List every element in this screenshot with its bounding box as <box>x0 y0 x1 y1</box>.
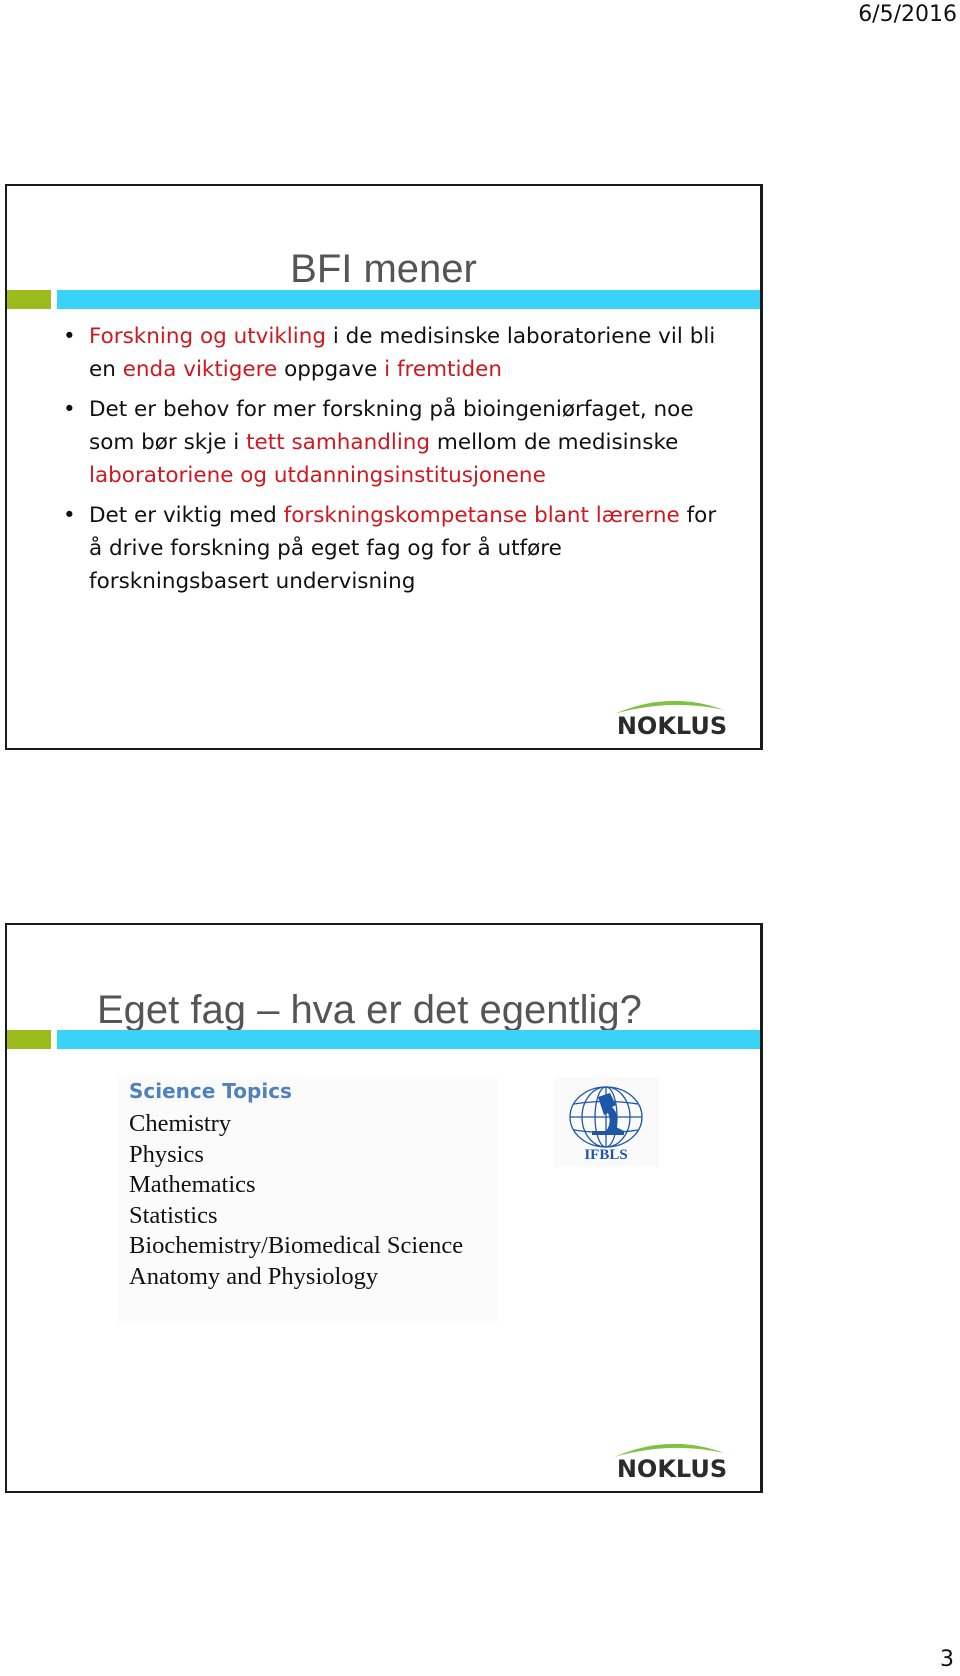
bullet-item: • Forskning og utvikling i de medisinske … <box>57 320 730 386</box>
science-topics-list: Chemistry Physics Mathematics Statistics Bio… <box>129 1109 463 1292</box>
ifbls-logo-text: IFBLS <box>584 1147 627 1163</box>
highlighted-text: forskningskompetanse blant lærerne <box>283 503 680 528</box>
slide-eget-fag: Eget fag – hva er det egentlig? Science … <box>5 923 763 1493</box>
noklus-logo-icon: NOKLUS <box>614 700 727 736</box>
page-number: 3 <box>940 1647 954 1672</box>
science-topic-item: Biochemistry/Biomedical Science <box>129 1232 464 1259</box>
title-accent-bar <box>7 1030 760 1049</box>
bullet-item: • Det er behov for mer forskning på bioin… <box>57 393 730 492</box>
bullet-list: • Forskning og utvikling i de medisinske … <box>57 320 730 605</box>
accent-bar-cyan <box>57 290 760 309</box>
bullet-text: Det er viktig med <box>89 503 284 528</box>
accent-bar-green <box>7 1030 51 1049</box>
ifbls-logo-icon: IFBLS <box>554 1077 659 1167</box>
science-topics-heading: Science Topics <box>129 1079 292 1103</box>
science-topic-item: Chemistry <box>129 1110 232 1137</box>
bullet-item: • Det er viktig med forskningskompetanse … <box>57 499 730 598</box>
science-topics-image: Science Topics Chemistry Physics Mathemati… <box>117 1077 497 1323</box>
bullet-dot-icon: • <box>63 503 76 528</box>
highlighted-text: tett samhandling <box>246 430 431 455</box>
science-topic-item: Physics <box>129 1140 204 1168</box>
noklus-logo-text: NOKLUS <box>617 1455 727 1479</box>
page-date: 6/5/2016 <box>858 2 957 27</box>
noklus-logo-text: NOKLUS <box>617 712 727 736</box>
science-topic-item: Statistics <box>129 1201 218 1229</box>
highlighted-text: enda viktigere <box>122 357 278 382</box>
highlighted-text: laboratoriene og utdanningsinstitusjonen… <box>89 463 546 488</box>
accent-bar-green <box>7 290 51 309</box>
bullet-text: oppgave <box>277 357 385 382</box>
science-topic-item: Mathematics <box>129 1171 256 1198</box>
accent-bar-cyan <box>57 1030 760 1049</box>
title-accent-bar <box>7 290 760 309</box>
bullet-dot-icon: • <box>63 397 76 422</box>
slide-bfi-mener: BFI mener • Forskning og utvikling i de m… <box>5 184 763 750</box>
bullet-dot-icon: • <box>63 324 76 349</box>
highlighted-text: Forskning og utvikling <box>89 324 327 349</box>
science-topic-item: Anatomy and Physiology <box>129 1262 379 1290</box>
slide-title: Eget fag – hva er det egentlig? <box>97 987 642 1032</box>
bullet-text: mellom de medisinske <box>430 430 679 455</box>
highlighted-text: i fremtiden <box>384 357 502 382</box>
slide-title: BFI mener <box>290 246 477 291</box>
noklus-logo-icon: NOKLUS <box>614 1443 727 1479</box>
